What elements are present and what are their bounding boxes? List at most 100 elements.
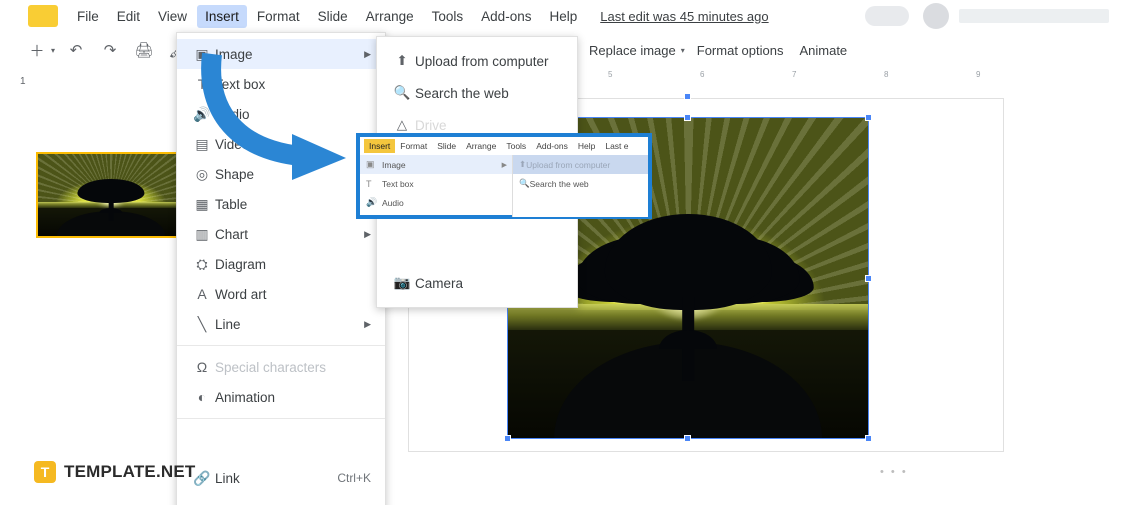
callout-menu-item-textbox[interactable]: T Text box xyxy=(360,174,512,193)
callout-image-submenu[interactable]: ⬆ Upload from computer 🔍 Search the web xyxy=(513,155,648,217)
selection-handle-bottom-right[interactable] xyxy=(865,435,872,442)
menu-slide[interactable]: Slide xyxy=(310,5,356,28)
share-button[interactable] xyxy=(865,6,909,26)
print-icon[interactable]: 🖨 xyxy=(133,39,155,61)
menu-item-shape-label: Shape xyxy=(215,166,255,182)
avatar[interactable] xyxy=(923,3,949,29)
callout-menu-help[interactable]: Help xyxy=(573,139,600,153)
menu-arrange[interactable]: Arrange xyxy=(358,5,422,28)
callout-submenu-upload[interactable]: ⬆ Upload from computer xyxy=(513,155,648,174)
menu-bar-right xyxy=(865,0,1121,32)
slide-thumbnail-1[interactable] xyxy=(36,152,186,238)
menu-item-diagram[interactable]: ⛭ Diagram xyxy=(177,249,385,279)
upload-icon: ⬆ xyxy=(519,159,527,169)
menu-file[interactable]: File xyxy=(69,5,107,28)
menu-addons[interactable]: Add-ons xyxy=(473,5,539,28)
undo-icon[interactable]: ↶ xyxy=(65,39,87,61)
submenu-item-search-the-web[interactable]: 🔍 Search the web xyxy=(377,77,577,109)
slide-number-1: 1 xyxy=(20,76,26,87)
template-net-watermark: T TEMPLATE.NET xyxy=(34,461,195,483)
insert-dropdown-menu[interactable]: ▣ Image ▶ T Text box 🔊 Audio ▤ Video ◎ S… xyxy=(176,32,386,505)
textbox-icon: T xyxy=(197,76,207,92)
menu-item-textbox[interactable]: T Text box xyxy=(177,69,385,99)
menu-item-chart-label: Chart xyxy=(215,226,249,242)
line-icon: ╲ xyxy=(197,315,207,332)
search-icon: 🔍 xyxy=(393,85,411,100)
audio-icon: 🔊 xyxy=(193,105,211,122)
table-icon: ▦ xyxy=(195,195,209,212)
selection-handle-top-right[interactable] xyxy=(865,114,872,121)
ruler-tick-7: 7 xyxy=(792,70,797,79)
callout-image-label: Image xyxy=(382,159,406,170)
camera-icon: 📷 xyxy=(393,275,411,290)
menu-format[interactable]: Format xyxy=(249,5,308,28)
callout-menu-format[interactable]: Format xyxy=(395,139,432,153)
speaker-notes-handle[interactable]: • • • xyxy=(880,466,908,478)
upload-icon: ⬆ xyxy=(396,53,408,68)
callout-insert-menu[interactable]: ▣ Image ▶ T Text box 🔊 Audio xyxy=(360,155,513,217)
callout-menu-insert[interactable]: Insert xyxy=(364,139,396,153)
menu-item-shape[interactable]: ◎ Shape ▶ xyxy=(177,159,385,189)
submenu-item-upload-from-computer[interactable]: ⬆ Upload from computer xyxy=(377,45,577,77)
ruler-tick-8: 8 xyxy=(884,70,889,79)
selection-handle-mid-right[interactable] xyxy=(865,275,872,282)
callout-submenu-search[interactable]: 🔍 Search the web xyxy=(513,174,648,193)
drive-icon: △ xyxy=(396,117,408,132)
diagram-icon: ⛭ xyxy=(196,255,208,272)
menu-item-special-characters-label: Special characters xyxy=(215,359,327,375)
last-edit-label[interactable]: Last edit was 45 minutes ago xyxy=(600,9,768,24)
template-net-logo-icon: T xyxy=(34,461,56,483)
selection-handle-bottom-center[interactable] xyxy=(684,435,691,442)
menu-item-video[interactable]: ▤ Video xyxy=(177,129,385,159)
animation-icon: ◐ xyxy=(197,389,207,405)
submenu-item-camera[interactable]: 📷 Camera xyxy=(377,267,577,299)
menu-item-audio-label: Audio xyxy=(215,106,250,122)
menu-item-animation[interactable]: ◐ Animation xyxy=(177,382,385,412)
callout-menu-tools[interactable]: Tools xyxy=(501,139,531,153)
callout-menu-item-audio[interactable]: 🔊 Audio xyxy=(360,193,512,212)
menu-tools[interactable]: Tools xyxy=(424,5,472,28)
menu-item-link[interactable]: 🔗 Link Ctrl+K xyxy=(177,463,385,493)
menu-item-image[interactable]: ▣ Image ▶ xyxy=(177,39,385,69)
animate-button[interactable]: Animate xyxy=(791,39,855,62)
menu-item-line[interactable]: ╲ Line ▶ xyxy=(177,309,385,339)
callout-menu-addons[interactable]: Add-ons xyxy=(531,139,573,153)
menu-item-wordart[interactable]: A Word art xyxy=(177,279,385,309)
chevron-right-icon: ▶ xyxy=(501,161,507,169)
menu-view[interactable]: View xyxy=(150,5,195,28)
menu-divider-1 xyxy=(177,345,385,346)
menu-insert[interactable]: Insert xyxy=(197,4,247,28)
replace-image-caret-icon[interactable]: ▾ xyxy=(681,46,685,55)
callout-menu-arrange[interactable]: Arrange xyxy=(461,139,501,153)
replace-image-button[interactable]: Replace image xyxy=(581,39,684,62)
callout-menu-item-image[interactable]: ▣ Image ▶ xyxy=(360,155,512,174)
audio-icon: 🔊 xyxy=(366,197,378,207)
new-slide-icon[interactable]: ＋ xyxy=(26,39,48,61)
menu-item-chart[interactable]: ▥ Chart ▶ xyxy=(177,219,385,249)
callout-menu-bar: Insert Format Slide Arrange Tools Add-on… xyxy=(360,137,648,155)
selection-handle-bottom-left[interactable] xyxy=(504,435,511,442)
menu-item-audio[interactable]: 🔊 Audio xyxy=(177,99,385,129)
menu-help[interactable]: Help xyxy=(541,5,585,28)
browser-chrome-strip xyxy=(959,9,1109,23)
new-slide-caret-icon[interactable]: ▾ xyxy=(51,46,55,55)
menu-item-table-label: Table xyxy=(215,196,248,212)
callout-textbox-label: Text box xyxy=(382,178,414,189)
chevron-right-icon: ▶ xyxy=(364,318,371,329)
menu-edit[interactable]: Edit xyxy=(109,5,148,28)
selection-handle-rotate[interactable] xyxy=(684,93,691,100)
menu-item-special-characters: Ω Special characters xyxy=(177,352,385,382)
callout-body: ▣ Image ▶ T Text box 🔊 Audio ⬆ Upload fr… xyxy=(360,155,648,217)
video-icon: ▤ xyxy=(195,135,209,152)
menu-bar: File Edit View Insert Format Slide Arran… xyxy=(0,0,1121,32)
callout-menu-slide[interactable]: Slide xyxy=(432,139,461,153)
menu-item-link-label: Link xyxy=(215,470,240,486)
image-icon: ▣ xyxy=(195,45,209,62)
thumb-tree-root xyxy=(99,208,123,214)
format-options-button[interactable]: Format options xyxy=(689,39,792,62)
submenu-item-drive-label: Drive xyxy=(415,117,447,133)
slide-filmstrip[interactable]: 1 xyxy=(0,68,186,505)
redo-icon[interactable]: ↷ xyxy=(99,39,121,61)
selection-handle-top-center[interactable] xyxy=(684,114,691,121)
menu-item-table[interactable]: ▦ Table ▶ xyxy=(177,189,385,219)
